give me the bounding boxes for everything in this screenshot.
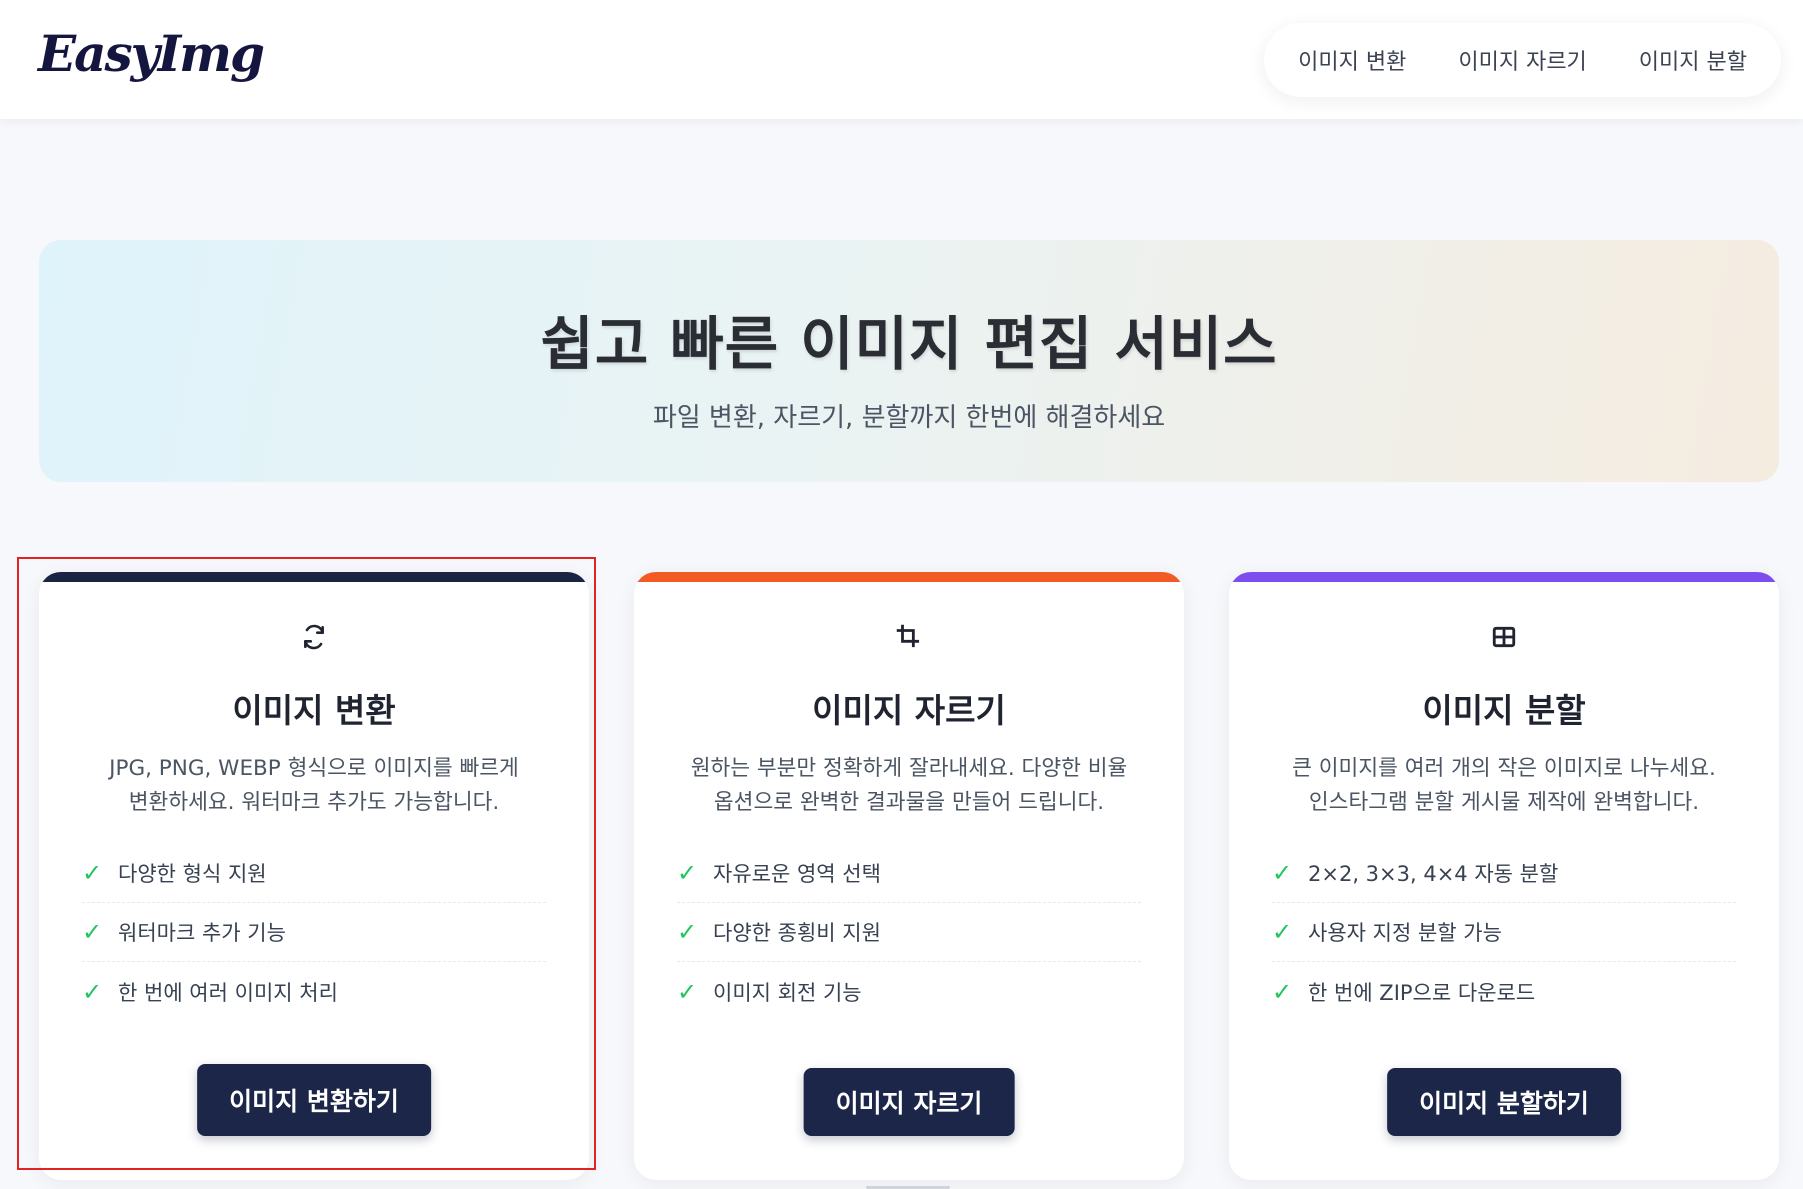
site-header: EasyImg 이미지 변환 이미지 자르기 이미지 분할 (0, 0, 1803, 119)
feature-list: ✓ 자유로운 영역 선택 ✓ 다양한 종횡비 지원 ✓ 이미지 회전 기능 (677, 844, 1141, 1021)
feature-item: ✓ 다양한 종횡비 지원 (677, 903, 1141, 962)
check-icon: ✓ (82, 859, 103, 887)
main-nav: 이미지 변환 이미지 자르기 이미지 분할 (1264, 23, 1781, 97)
card-description-line: JPG, PNG, WEBP 형식으로 이미지를 빠르게 (109, 756, 519, 781)
feature-item: ✓ 2×2, 3×3, 4×4 자동 분할 (1272, 844, 1736, 903)
card-split: 이미지 분할 큰 이미지를 여러 개의 작은 이미지로 나누세요. 인스타그램 … (1229, 572, 1779, 1180)
card-crop: 이미지 자르기 원하는 부분만 정확하게 잘라내세요. 다양한 비율 옵션으로 … (634, 572, 1184, 1180)
hero-banner: 쉽고 빠른 이미지 편집 서비스 파일 변환, 자르기, 분할까지 한번에 해결… (39, 240, 1779, 482)
card-convert: 이미지 변환 JPG, PNG, WEBP 형식으로 이미지를 빠르게 변환하세… (39, 572, 589, 1180)
grid-icon (1229, 620, 1779, 654)
feature-item: ✓ 자유로운 영역 선택 (677, 844, 1141, 903)
feature-label: 한 번에 여러 이미지 처리 (118, 980, 338, 1005)
card-description-line: 변환하세요. 워터마크 추가도 가능합니다. (128, 790, 500, 815)
hero-subtitle: 파일 변환, 자르기, 분할까지 한번에 해결하세요 (652, 403, 1166, 433)
card-title: 이미지 변환 (232, 691, 396, 730)
card-description: 큰 이미지를 여러 개의 작은 이미지로 나누세요. 인스타그램 분할 게시물 … (1269, 752, 1739, 820)
refresh-icon (39, 620, 589, 654)
feature-label: 이미지 회전 기능 (713, 980, 862, 1005)
feature-label: 2×2, 3×3, 4×4 자동 분할 (1308, 862, 1559, 886)
crop-icon (634, 620, 1184, 654)
feature-label: 사용자 지정 분할 가능 (1308, 921, 1502, 945)
logo[interactable]: EasyImg (38, 24, 265, 83)
check-icon: ✓ (1272, 859, 1293, 887)
check-icon: ✓ (677, 918, 698, 946)
check-icon: ✓ (677, 859, 698, 887)
check-icon: ✓ (677, 977, 698, 1006)
feature-item: ✓ 이미지 회전 기능 (677, 962, 1141, 1021)
nav-link-split[interactable]: 이미지 분할 (1639, 44, 1747, 76)
feature-label: 자유로운 영역 선택 (713, 862, 881, 886)
feature-label: 다양한 종횡비 지원 (713, 921, 881, 945)
check-icon: ✓ (82, 977, 103, 1006)
card-description: JPG, PNG, WEBP 형식으로 이미지를 빠르게 변환하세요. 워터마크… (79, 752, 549, 820)
card-description-line: 옵션으로 완벽한 결과물을 만들어 드립니다. (713, 790, 1105, 815)
card-title: 이미지 분할 (1422, 691, 1586, 730)
check-icon: ✓ (1272, 977, 1293, 1006)
feature-item: ✓ 사용자 지정 분할 가능 (1272, 903, 1736, 962)
card-description-line: 원하는 부분만 정확하게 잘라내세요. 다양한 비율 (690, 756, 1128, 781)
nav-link-convert[interactable]: 이미지 변환 (1298, 44, 1406, 76)
hero-title: 쉽고 빠른 이미지 편집 서비스 (540, 310, 1278, 378)
check-icon: ✓ (82, 918, 103, 946)
feature-label: 워터마크 추가 기능 (118, 921, 286, 945)
card-title: 이미지 자르기 (812, 691, 1006, 730)
card-description-line: 인스타그램 분할 게시물 제작에 완벽합니다. (1308, 790, 1700, 815)
nav-link-crop[interactable]: 이미지 자르기 (1458, 44, 1586, 76)
card-description: 원하는 부분만 정확하게 잘라내세요. 다양한 비율 옵션으로 완벽한 결과물을… (674, 752, 1144, 820)
card-description-line: 큰 이미지를 여러 개의 작은 이미지로 나누세요. (1292, 756, 1716, 781)
feature-label: 한 번에 ZIP으로 다운로드 (1308, 980, 1536, 1005)
crop-button[interactable]: 이미지 자르기 (803, 1068, 1015, 1136)
feature-list: ✓ 2×2, 3×3, 4×4 자동 분할 ✓ 사용자 지정 분할 가능 ✓ 한… (1272, 844, 1736, 1021)
feature-item: ✓ 한 번에 ZIP으로 다운로드 (1272, 962, 1736, 1021)
check-icon: ✓ (1272, 918, 1293, 946)
feature-label: 다양한 형식 지원 (118, 862, 267, 886)
feature-item: ✓ 워터마크 추가 기능 (82, 903, 546, 962)
split-button[interactable]: 이미지 분할하기 (1387, 1068, 1621, 1136)
feature-item: ✓ 다양한 형식 지원 (82, 844, 546, 903)
feature-item: ✓ 한 번에 여러 이미지 처리 (82, 962, 546, 1021)
feature-list: ✓ 다양한 형식 지원 ✓ 워터마크 추가 기능 ✓ 한 번에 여러 이미지 처… (82, 844, 546, 1021)
convert-button[interactable]: 이미지 변환하기 (197, 1064, 431, 1136)
